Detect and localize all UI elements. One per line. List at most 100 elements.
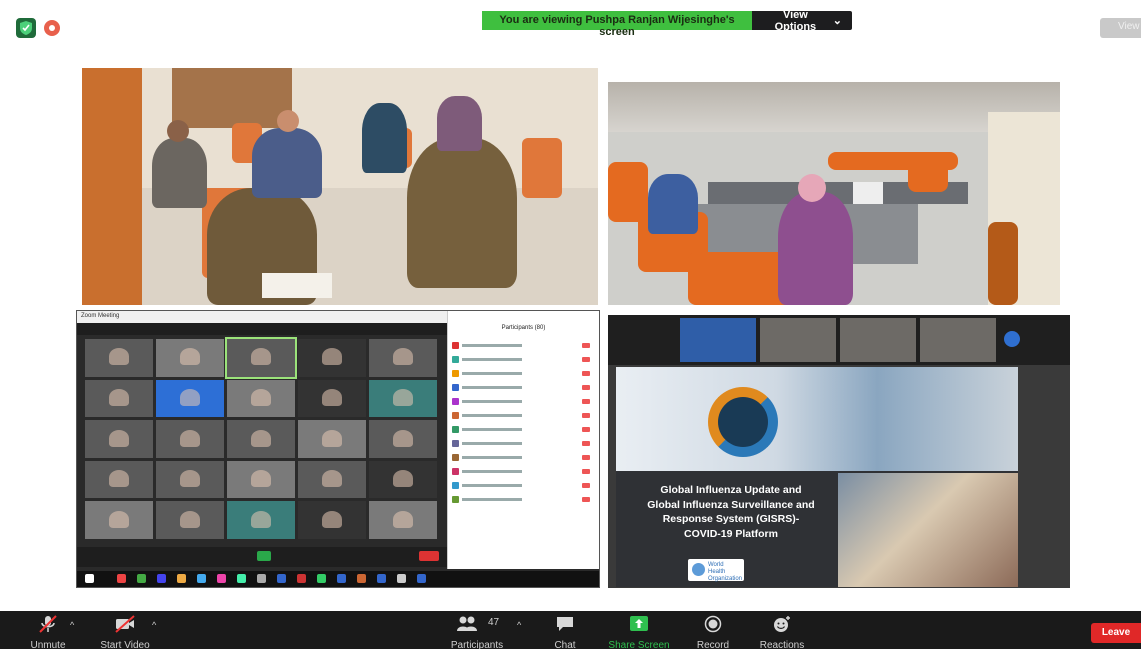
- participants-label: Participants: [450, 640, 504, 649]
- participant-row: [452, 355, 596, 365]
- record-icon: [704, 615, 722, 633]
- unmute-label: Unmute: [30, 640, 66, 649]
- view-options-label: View Options: [774, 8, 817, 33]
- slide-lab-photos: [616, 367, 1018, 471]
- zoom-meeting-toolbar: [77, 547, 447, 567]
- participant-row: [452, 411, 596, 421]
- video-tile: [369, 379, 437, 418]
- video-tile: [298, 501, 366, 539]
- meeting-controls-toolbar: Unmute ^ Start Video ^ 47 Participants ^: [0, 611, 1141, 649]
- video-tile: [298, 379, 366, 418]
- record-button[interactable]: Record: [690, 611, 736, 649]
- share-screen-button[interactable]: Share Screen: [604, 611, 674, 649]
- participants-icon: [457, 616, 478, 631]
- slide-hospital-photos: [838, 473, 1018, 587]
- chat-icon: [557, 617, 573, 631]
- participant-row: [452, 425, 596, 435]
- slide-title: Global Influenza Update and Global Influ…: [626, 483, 836, 541]
- video-tile: [85, 379, 153, 418]
- slide-title-line: Global Influenza Surveillance and: [647, 498, 815, 511]
- gallery-view-grid: [85, 337, 437, 539]
- chevron-down-icon: ⌄: [832, 15, 842, 27]
- zoom-window-title: Zoom Meeting: [81, 313, 120, 319]
- chevron-up-icon[interactable]: ^: [517, 620, 521, 630]
- video-tile: [85, 501, 153, 539]
- participant-row: [452, 495, 596, 505]
- participant-row: [452, 341, 596, 351]
- start-video-label: Start Video: [100, 640, 150, 649]
- virus-graphic: [708, 387, 778, 457]
- participants-panel: Participants (80): [447, 311, 599, 569]
- slide-title-line: Response System (GISRS)-: [662, 513, 800, 525]
- record-label: Record: [696, 640, 730, 649]
- slide-title-line: Global Influenza Update and: [660, 484, 802, 496]
- windows-taskbar: [77, 571, 599, 587]
- smiley-plus-icon: [774, 616, 790, 632]
- participant-row: [452, 467, 596, 477]
- encryption-shield-icon[interactable]: [16, 18, 36, 38]
- presentation-panel: Global Influenza Update and Global Influ…: [608, 315, 1070, 588]
- zoom-meeting-screenshot: Zoom Meeting Participants (80): [76, 310, 600, 588]
- video-tile: [298, 460, 366, 499]
- start-video-button[interactable]: Start Video: [92, 611, 158, 649]
- viewing-screen-text: You are viewing Pushpa Ranjan Wijesinghe…: [482, 11, 752, 38]
- chat-label: Chat: [554, 640, 576, 649]
- video-tile: [85, 339, 153, 377]
- recording-indicator-icon[interactable]: [44, 20, 60, 36]
- share-screen-icon: [630, 616, 648, 631]
- video-tile: [85, 460, 153, 499]
- next-page-arrow-icon: [1004, 331, 1020, 347]
- chevron-up-icon[interactable]: ^: [70, 620, 74, 630]
- leave-label: Leave: [1101, 627, 1131, 638]
- video-tile: [156, 501, 224, 539]
- speaker-thumbnail: [920, 318, 996, 362]
- viewing-screen-banner: You are viewing Pushpa Ranjan Wijesinghe…: [482, 8, 852, 38]
- photo-meeting-room-2: [608, 82, 1060, 305]
- muted-microphone-icon: [39, 615, 57, 633]
- share-screen-icon: [257, 551, 271, 561]
- video-tile: [227, 501, 295, 539]
- participants-title: Participants (80): [501, 325, 546, 331]
- reactions-button[interactable]: Reactions: [754, 611, 810, 649]
- share-screen-label: Share Screen: [608, 640, 670, 649]
- video-tile: [369, 420, 437, 458]
- speaker-thumbnail: [680, 318, 756, 362]
- video-tile: [369, 339, 437, 377]
- video-tile: [298, 339, 366, 377]
- presentation-slide: Global Influenza Update and Global Influ…: [616, 367, 1018, 587]
- speaker-thumbnails: [608, 315, 1070, 365]
- view-button[interactable]: View: [1100, 18, 1141, 38]
- unmute-button[interactable]: Unmute: [20, 611, 76, 649]
- video-tile: [227, 379, 295, 418]
- participant-row: [452, 383, 596, 393]
- participant-row: [452, 397, 596, 407]
- reactions-label: Reactions: [759, 640, 805, 649]
- video-tile: [298, 420, 366, 458]
- video-tile: [85, 420, 153, 458]
- participant-row: [452, 369, 596, 379]
- video-tile: [156, 379, 224, 418]
- participants-count: 47: [488, 617, 500, 628]
- view-label: View: [1118, 21, 1140, 32]
- participant-row: [452, 481, 596, 491]
- chevron-up-icon[interactable]: ^: [152, 620, 156, 630]
- zoom-window-topbar: [77, 323, 447, 335]
- video-off-icon: [115, 615, 135, 633]
- video-tile: [369, 501, 437, 539]
- video-tile: [227, 460, 295, 499]
- video-tile: [156, 460, 224, 499]
- video-tile: [156, 339, 224, 377]
- chat-button[interactable]: Chat: [544, 611, 586, 649]
- participants-button[interactable]: 47 Participants: [446, 611, 508, 649]
- speaker-thumbnail: [840, 318, 916, 362]
- participant-row: [452, 439, 596, 449]
- leave-button[interactable]: Leave: [1091, 623, 1141, 643]
- photo-meeting-room-1: [82, 68, 598, 305]
- zoom-meeting-window: You are viewing Pushpa Ranjan Wijesinghe…: [0, 0, 1141, 649]
- video-tile: [156, 420, 224, 458]
- who-logo: World Health Organization: [688, 559, 744, 582]
- speaker-thumbnail: [760, 318, 836, 362]
- shared-screen: Zoom Meeting Participants (80) Global In…: [76, 60, 1073, 597]
- leave-button: [419, 551, 439, 561]
- view-options-button[interactable]: View Options ⌄: [752, 8, 852, 33]
